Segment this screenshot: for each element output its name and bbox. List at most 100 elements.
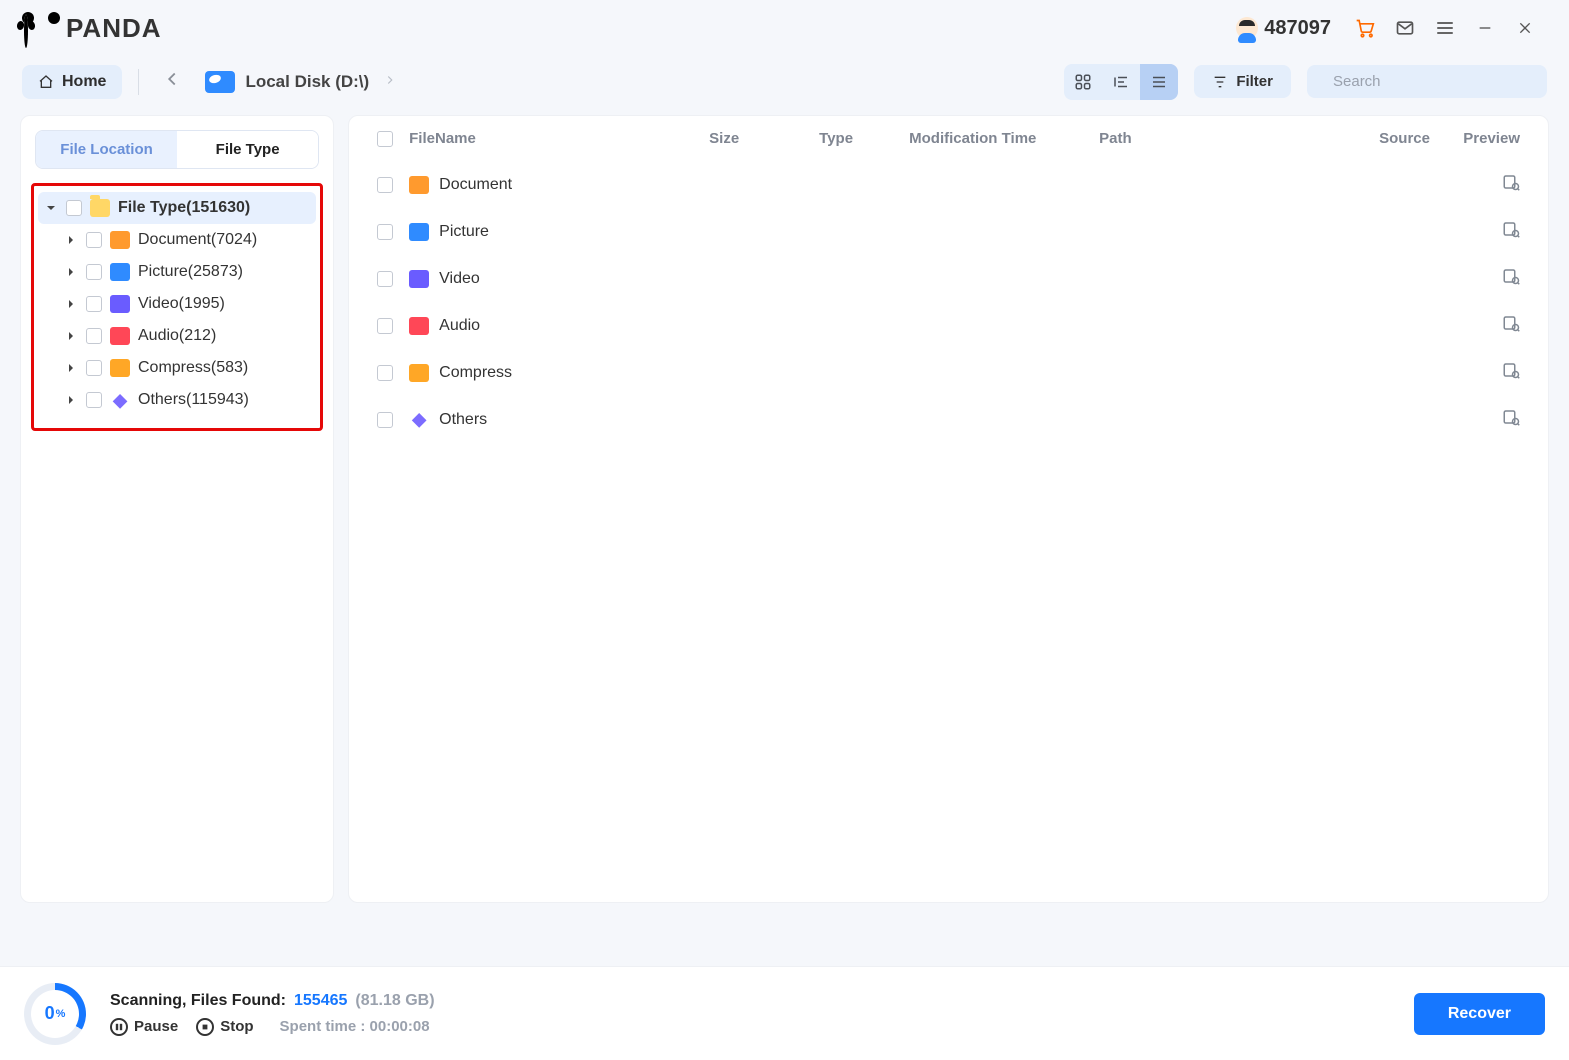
tree-item-label: Document(7024)	[138, 231, 257, 249]
tab-file-type[interactable]: File Type	[177, 131, 318, 168]
app-logo: PANDA	[24, 13, 162, 44]
row-checkbox[interactable]	[377, 271, 393, 287]
tree-item-cmp[interactable]: Compress(583)	[38, 352, 316, 384]
spent-time: Spent time : 00:00:08	[280, 1018, 430, 1035]
th-size[interactable]: Size	[709, 130, 819, 147]
row-checkbox[interactable]	[377, 224, 393, 240]
row-checkbox[interactable]	[377, 177, 393, 193]
doc-icon	[110, 231, 130, 249]
progress-ring: 0%	[24, 983, 86, 1045]
view-grid-button[interactable]	[1064, 64, 1102, 100]
chevron-down-icon[interactable]	[44, 203, 58, 213]
checkbox[interactable]	[86, 296, 102, 312]
preview-icon[interactable]	[1502, 361, 1520, 379]
home-label: Home	[62, 73, 106, 91]
close-button[interactable]	[1505, 8, 1545, 48]
row-checkbox[interactable]	[377, 365, 393, 381]
search-box[interactable]	[1307, 65, 1547, 98]
row-name: Video	[439, 270, 480, 288]
chevron-right-icon[interactable]	[64, 363, 78, 373]
tree-item-vid[interactable]: Video(1995)	[38, 288, 316, 320]
th-source[interactable]: Source	[1379, 130, 1450, 147]
tree-item-label: Video(1995)	[138, 295, 225, 313]
tree-item-aud[interactable]: Audio(212)	[38, 320, 316, 352]
preview-icon[interactable]	[1502, 173, 1520, 191]
checkbox[interactable]	[86, 264, 102, 280]
stop-icon	[196, 1018, 214, 1036]
row-name: Others	[439, 411, 487, 429]
oth-icon	[409, 411, 429, 429]
tree-item-pic[interactable]: Picture(25873)	[38, 256, 316, 288]
filter-button[interactable]: Filter	[1194, 65, 1291, 98]
checkbox[interactable]	[66, 200, 82, 216]
chevron-right-icon[interactable]	[64, 299, 78, 309]
account-count[interactable]: 487097	[1236, 17, 1331, 40]
checkbox[interactable]	[86, 328, 102, 344]
oth-icon	[110, 391, 130, 409]
table-row[interactable]: Others	[349, 396, 1548, 443]
aud-icon	[110, 327, 130, 345]
th-preview[interactable]: Preview	[1450, 130, 1520, 147]
table-row[interactable]: Video	[349, 255, 1548, 302]
breadcrumb: Local Disk (D:\)	[205, 71, 401, 93]
minimize-button[interactable]	[1465, 8, 1505, 48]
chevron-right-icon[interactable]	[64, 235, 78, 245]
cart-icon[interactable]	[1345, 8, 1385, 48]
preview-icon[interactable]	[1502, 267, 1520, 285]
checkbox[interactable]	[86, 360, 102, 376]
table-row[interactable]: Picture	[349, 208, 1548, 255]
nav-back-button[interactable]	[155, 62, 189, 101]
aud-icon	[409, 317, 429, 335]
row-name: Compress	[439, 364, 512, 382]
vid-icon	[110, 295, 130, 313]
table-row[interactable]: Document	[349, 161, 1548, 208]
table-row[interactable]: Audio	[349, 302, 1548, 349]
tree-item-label: Audio(212)	[138, 327, 216, 345]
table-row[interactable]: Compress	[349, 349, 1548, 396]
row-name: Audio	[439, 317, 480, 335]
folder-icon	[90, 199, 110, 217]
row-name: Picture	[439, 223, 489, 241]
chevron-right-icon[interactable]	[64, 267, 78, 277]
view-list-button[interactable]	[1140, 64, 1178, 100]
divider	[138, 69, 139, 95]
th-mtime[interactable]: Modification Time	[909, 130, 1099, 147]
view-detail-button[interactable]	[1102, 64, 1140, 100]
row-checkbox[interactable]	[377, 318, 393, 334]
chevron-right-icon[interactable]	[64, 395, 78, 405]
table-header: FileName Size Type Modification Time Pat…	[349, 116, 1548, 161]
tree-root[interactable]: File Type(151630)	[38, 192, 316, 224]
sidebar-tabs: File Location File Type	[35, 130, 319, 169]
preview-icon[interactable]	[1502, 408, 1520, 426]
content: FileName Size Type Modification Time Pat…	[348, 115, 1549, 903]
menu-icon[interactable]	[1425, 8, 1465, 48]
search-input[interactable]	[1333, 73, 1532, 90]
row-checkbox[interactable]	[377, 412, 393, 428]
home-icon	[38, 74, 54, 90]
tree-item-oth[interactable]: Others(115943)	[38, 384, 316, 416]
footer: 0% Scanning, Files Found: 155465 (81.18 …	[0, 966, 1569, 1060]
stop-button[interactable]: Stop	[196, 1018, 253, 1036]
progress-unit: %	[56, 1008, 66, 1020]
pic-icon	[409, 223, 429, 241]
tab-file-location[interactable]: File Location	[36, 131, 177, 168]
th-path[interactable]: Path	[1099, 130, 1379, 147]
home-button[interactable]: Home	[22, 65, 122, 99]
chevron-right-icon[interactable]	[64, 331, 78, 341]
mail-icon[interactable]	[1385, 8, 1425, 48]
checkbox[interactable]	[86, 232, 102, 248]
th-filename[interactable]: FileName	[409, 130, 709, 147]
preview-icon[interactable]	[1502, 314, 1520, 332]
view-mode-group	[1064, 64, 1178, 100]
sidebar: File Location File Type File Type(151630…	[20, 115, 334, 903]
chevron-right-icon[interactable]	[379, 72, 401, 92]
tree-item-label: Picture(25873)	[138, 263, 243, 281]
checkbox[interactable]	[86, 392, 102, 408]
th-type[interactable]: Type	[819, 130, 909, 147]
recover-button[interactable]: Recover	[1414, 993, 1545, 1035]
preview-icon[interactable]	[1502, 220, 1520, 238]
select-all-checkbox[interactable]	[377, 131, 393, 147]
tree-item-doc[interactable]: Document(7024)	[38, 224, 316, 256]
pause-button[interactable]: Pause	[110, 1018, 178, 1036]
tree-root-label: File Type(151630)	[118, 199, 250, 217]
